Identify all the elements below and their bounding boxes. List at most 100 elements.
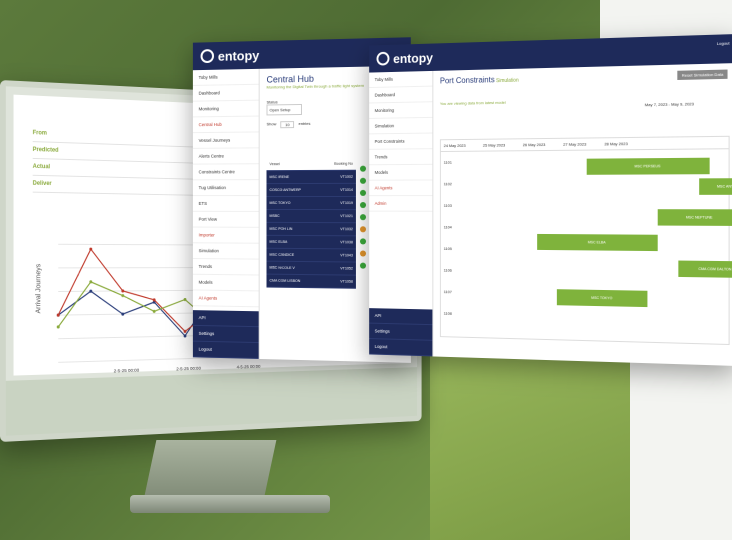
data-point — [56, 313, 60, 317]
user-name[interactable]: Toby Mills — [369, 70, 433, 89]
gantt-bar[interactable]: MSC NEPTUNE — [657, 209, 732, 226]
status-dot — [359, 165, 367, 172]
gantt-row-label: 1102 — [443, 181, 452, 187]
sidebar-item[interactable]: ETS — [192, 196, 259, 212]
sidebar-bottom-item[interactable]: Logout — [192, 341, 259, 359]
sidebar-bottom-item[interactable]: Settings — [369, 323, 433, 341]
sidebar-bottom-item[interactable]: API — [369, 308, 433, 326]
vessel-name: MSC POH LIN — [269, 226, 293, 231]
x-tick-label: 2-5-25 00:00 — [114, 368, 140, 375]
sidebar-item[interactable]: AI Agents — [192, 290, 259, 308]
status-dot — [359, 214, 367, 221]
sidebar: Toby Mills Dashboard Monitoring Simulation… — [369, 70, 434, 357]
gantt-row-label: 1104 — [443, 224, 452, 230]
booking-code: VT1058 — [340, 279, 353, 284]
sidebar-item[interactable]: Models — [192, 274, 259, 292]
sidebar-item[interactable]: Vessel Journeys — [192, 132, 259, 149]
sidebar-item[interactable]: Tug Utilisation — [192, 180, 259, 197]
sidebar-item[interactable]: Monitoring — [369, 102, 433, 119]
sidebar-item[interactable]: Central Hub — [192, 116, 259, 134]
logout-link[interactable]: Logout — [717, 40, 730, 46]
vessel-table: Vessel Booking No MSC IRENE VT1002 COSCO ANT… — [266, 157, 356, 289]
sidebar-bottom-item[interactable]: Logout — [369, 339, 433, 357]
stats-label: Actual — [32, 163, 51, 171]
gantt-chart: 24 May 2023 25 May 2023 26 May 2023 27 May … — [439, 135, 732, 346]
booking-code: VT1043 — [340, 253, 353, 258]
sidebar-item[interactable]: Trends — [369, 149, 433, 166]
gantt-date: 28 May 2023 — [604, 141, 628, 147]
booking-code: VT1019 — [340, 201, 353, 206]
sidebar-item[interactable]: Port Constraints — [369, 133, 433, 150]
sidebar-bottom-item[interactable]: API — [192, 310, 259, 328]
sidebar-item[interactable]: Admin — [369, 196, 433, 212]
sidebar-item[interactable]: Alerts Centre — [192, 148, 259, 165]
show-select[interactable]: 10 — [280, 121, 295, 129]
gantt-date: 24 May 2023 — [443, 142, 466, 149]
table-row[interactable]: MSC CANDICE VT1043 — [266, 248, 356, 263]
table-row[interactable]: MSBC VT1021 — [266, 209, 356, 224]
sidebar-item[interactable]: Models — [369, 164, 433, 181]
x-tick-label: 2-5-25 00:00 — [176, 366, 201, 373]
table-row[interactable]: MSC IRENE VT1002 — [266, 170, 356, 185]
gantt-bar[interactable]: MSC ANTWERP — [699, 178, 732, 195]
status-dots — [359, 160, 367, 275]
sidebar-item[interactable]: Port View — [192, 211, 259, 228]
user-name[interactable]: Toby Mills — [192, 68, 259, 86]
logo-text: entopy — [393, 49, 433, 66]
column-header: Vessel — [269, 162, 280, 167]
gantt-row-label: 1107 — [443, 289, 452, 295]
sidebar-item[interactable]: Simulation — [192, 243, 259, 260]
sidebar-item[interactable]: Dashboard — [192, 84, 259, 102]
vessel-name: COSCO ANTWERP — [269, 187, 301, 193]
table-row[interactable]: MSC POH LIN VT1032 — [266, 222, 356, 237]
gantt-date: 27 May 2023 — [563, 141, 587, 147]
sidebar-bottom-item[interactable]: Settings — [192, 325, 259, 344]
table-row[interactable]: MSC NICOLE V VT1052 — [266, 261, 356, 276]
chart-ylabel: Arrival Journeys — [35, 263, 42, 313]
vessel-name: MSBC — [269, 213, 280, 218]
data-point — [89, 289, 93, 293]
main-content: Port Constraints Simulation Reset Simula… — [434, 63, 732, 366]
gantt-bar[interactable]: MSC TOKYO — [556, 289, 648, 308]
gantt-bar[interactable]: CMA CGM DALTON — [678, 260, 732, 279]
gantt-row-label: 1105 — [443, 246, 452, 252]
sidebar-bottom: API Settings Logout — [192, 310, 259, 359]
vessel-name: MSC TOKYO — [269, 200, 291, 205]
gantt-row-label: 1103 — [443, 202, 452, 208]
table-row[interactable]: MSC ELBA VT1038 — [266, 235, 356, 250]
data-point — [121, 294, 125, 298]
page-title: Port Constraints — [439, 75, 495, 86]
data-point — [89, 280, 93, 284]
gantt-bar[interactable]: MSC ELBA — [537, 233, 658, 252]
sidebar-item[interactable]: Dashboard — [369, 86, 433, 104]
logo-icon — [376, 51, 390, 66]
status-select[interactable]: Open Setup — [266, 103, 302, 116]
data-point — [89, 247, 93, 251]
sidebar-item[interactable]: Constraints Centre — [192, 164, 259, 181]
table-row[interactable]: CMA CGM LISBON VT1058 — [266, 274, 356, 289]
table-row[interactable]: COSCO ANTWERP VT1014 — [266, 183, 356, 198]
logo-icon — [200, 49, 215, 64]
status-dot — [359, 226, 367, 233]
sidebar-item[interactable]: Monitoring — [192, 100, 259, 118]
monitor-chin — [5, 367, 418, 436]
vessel-name: MSC IRENE — [269, 175, 290, 180]
reset-simulation-button[interactable]: Reset Simulation Data — [677, 69, 728, 80]
sidebar-item[interactable]: Simulation — [369, 117, 433, 135]
page-title-tag: Simulation — [496, 77, 519, 85]
booking-code: VT1038 — [340, 240, 353, 245]
sidebar-item[interactable]: AI Agents — [369, 180, 433, 197]
date-range: May 7, 2023 - May 9, 2023 — [644, 101, 694, 108]
vessel-name: MSC CANDICE — [269, 252, 295, 257]
sidebar-item[interactable]: Trends — [192, 258, 259, 276]
sidebar-item[interactable]: Importer — [192, 227, 259, 244]
logo-text: entopy — [217, 47, 260, 64]
sidebar: Toby Mills Dashboard Monitoring Central Hu… — [192, 68, 260, 359]
status-dot — [359, 177, 367, 184]
table-row[interactable]: MSC TOKYO VT1019 — [266, 196, 356, 211]
stats-label: Predicted — [32, 147, 59, 154]
gantt-bar[interactable]: MSC PERSEUS — [586, 157, 710, 175]
booking-code: VT1021 — [340, 214, 353, 219]
entries-label: entries — [298, 120, 311, 127]
status-dot — [359, 189, 367, 196]
